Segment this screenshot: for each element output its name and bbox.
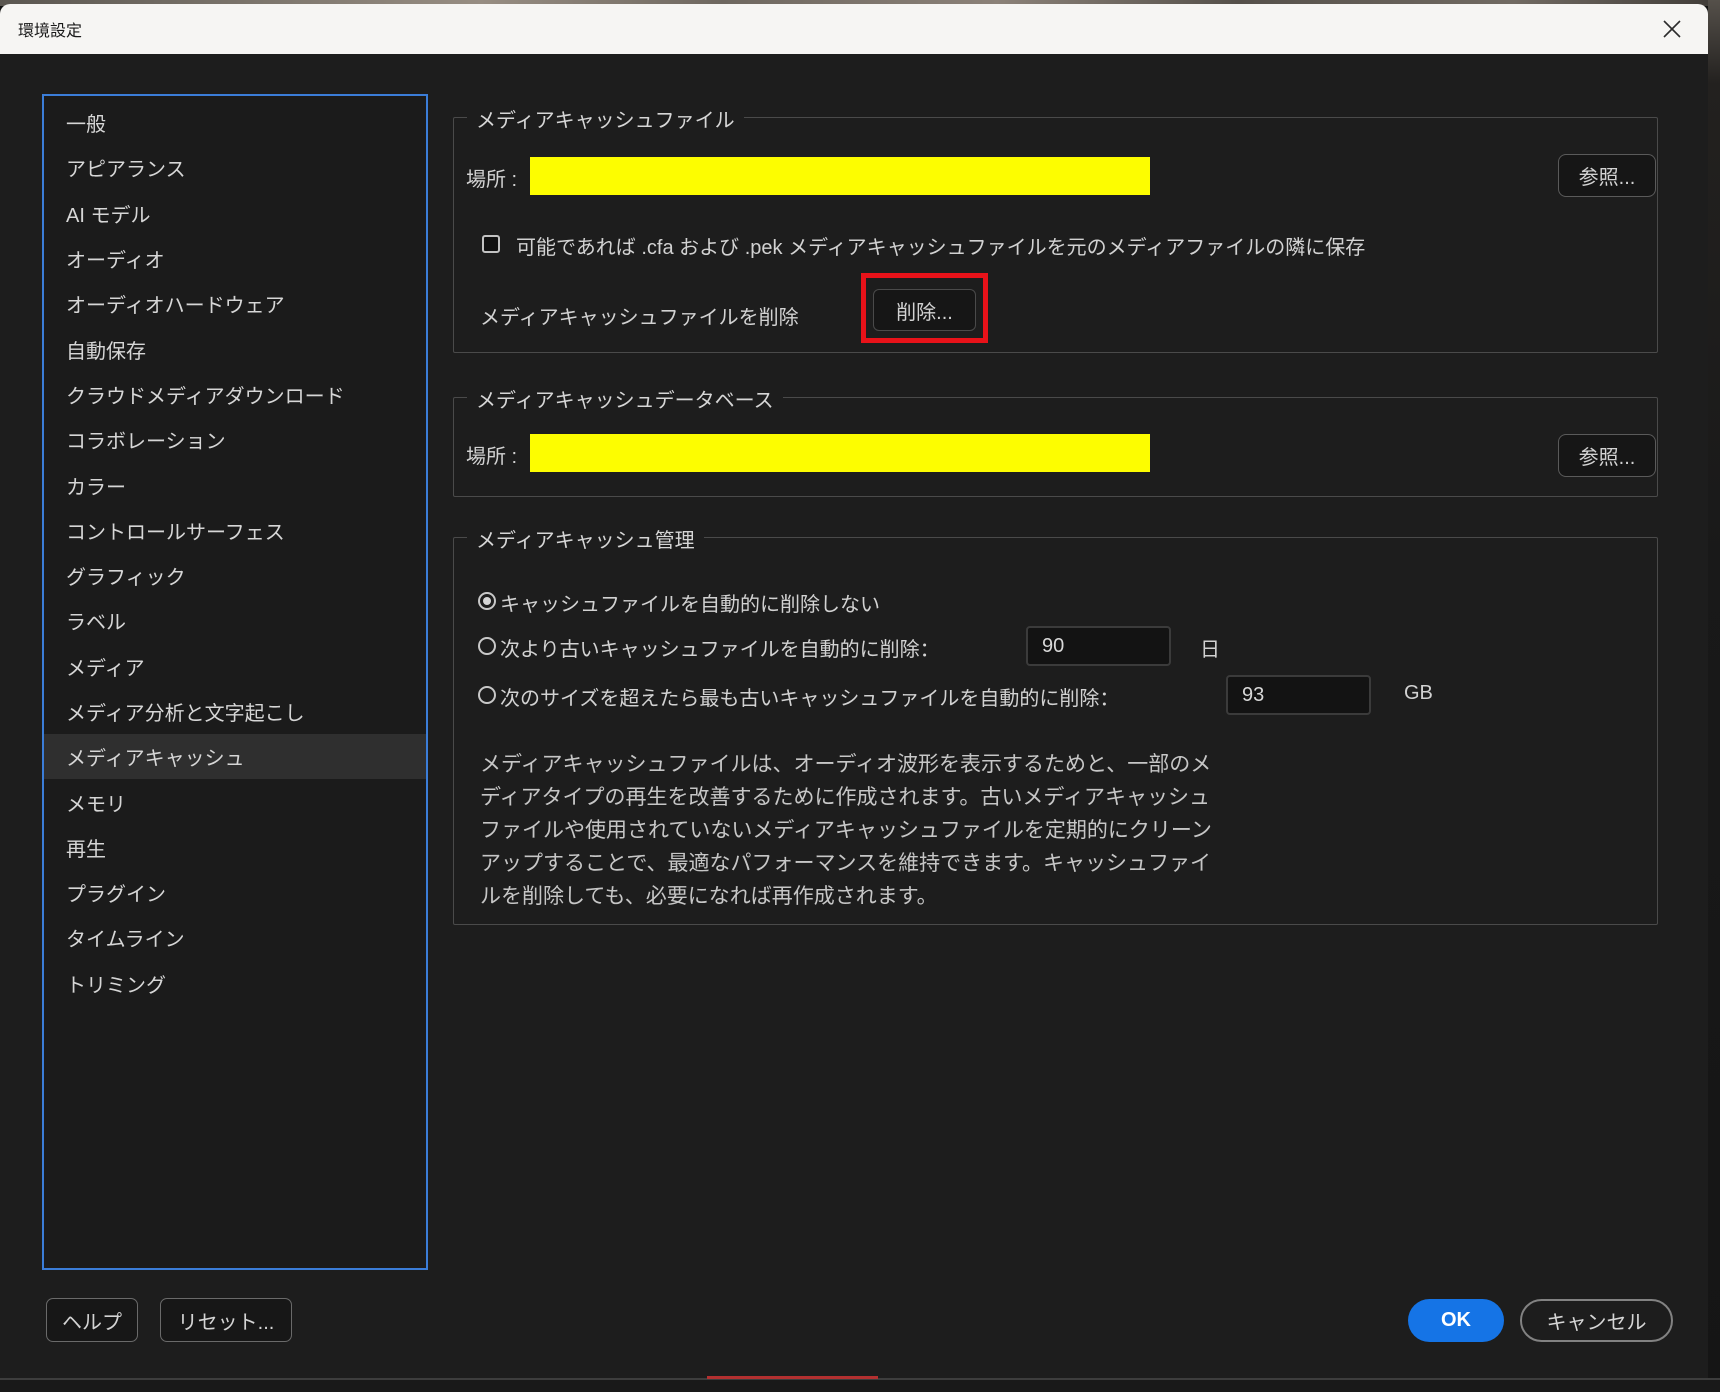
browse-button[interactable]: 参照...	[1558, 154, 1656, 197]
app-background-red-line	[707, 1376, 878, 1379]
sidebar-item[interactable]: オーディオハードウェア	[44, 281, 426, 326]
sidebar-item[interactable]: タイムライン	[44, 915, 426, 960]
sidebar-item[interactable]: メディア	[44, 644, 426, 689]
delete-cache-label: メディアキャッシュファイルを削除	[480, 301, 799, 330]
dialog-titlebar: 環境設定	[0, 4, 1708, 54]
sidebar-item[interactable]: コントロールサーフェス	[44, 508, 426, 553]
sidebar-item[interactable]: AI モデル	[44, 191, 426, 236]
sidebar-list: 一般アピアランスAI モデルオーディオオーディオハードウェア自動保存クラウドメデ…	[44, 100, 426, 1006]
section-title: メディアキャッシュ管理	[467, 524, 704, 553]
section-media-cache-management: メディアキャッシュ管理 キャッシュファイルを自動的に削除しない 次より古いキャッ…	[453, 537, 1658, 925]
radio-never-delete[interactable]	[478, 592, 496, 610]
help-button[interactable]: ヘルプ	[46, 1298, 138, 1342]
close-button[interactable]	[1644, 4, 1700, 54]
save-next-to-media-checkbox[interactable]	[482, 235, 500, 253]
sidebar-item[interactable]: メモリ	[44, 779, 426, 824]
sidebar-item[interactable]: アピアランス	[44, 145, 426, 190]
radio-never-delete-label: キャッシュファイルを自動的に削除しない	[500, 588, 880, 617]
radio-delete-older-than-label: 次より古いキャッシュファイルを自動的に削除：	[500, 633, 940, 662]
sidebar-item[interactable]: カラー	[44, 462, 426, 507]
sidebar-item[interactable]: トリミング	[44, 961, 426, 1006]
radio-delete-oldest-over-size[interactable]	[478, 686, 496, 704]
radio-delete-older-than[interactable]	[478, 637, 496, 655]
sidebar-item[interactable]: メディアキャッシュ	[44, 734, 426, 779]
location-label: 場所 :	[466, 440, 517, 469]
dialog-title: 環境設定	[18, 17, 82, 41]
size-unit-label: GB	[1404, 682, 1433, 705]
days-unit-label: 日	[1200, 633, 1220, 662]
ok-button[interactable]: OK	[1408, 1299, 1504, 1342]
section-title: メディアキャッシュファイル	[467, 104, 744, 133]
sidebar-item[interactable]: 自動保存	[44, 326, 426, 371]
size-input[interactable]	[1226, 675, 1371, 715]
cache-description-text: メディアキャッシュファイルは、オーディオ波形を表示するためと、一部のメ ディアタ…	[480, 748, 1220, 913]
location-value-redacted-bar	[530, 157, 1150, 195]
desktop-background-right	[1708, 0, 1720, 1392]
days-input[interactable]	[1026, 626, 1171, 666]
sidebar-item[interactable]: オーディオ	[44, 236, 426, 281]
radio-delete-oldest-over-size-label: 次のサイズを超えたら最も古いキャッシュファイルを自動的に削除：	[500, 682, 1119, 711]
reset-button[interactable]: リセット...	[160, 1298, 292, 1342]
close-icon	[1660, 17, 1684, 41]
section-title: メディアキャッシュデータベース	[467, 384, 783, 413]
location-value-redacted-bar	[530, 434, 1150, 472]
sidebar-item[interactable]: グラフィック	[44, 553, 426, 598]
dialog-body: 一般アピアランスAI モデルオーディオオーディオハードウェア自動保存クラウドメデ…	[0, 54, 1708, 1378]
delete-button[interactable]: 削除...	[873, 289, 976, 331]
section-media-cache-database: メディアキャッシュデータベース 場所 : 参照...	[453, 397, 1658, 497]
save-next-to-media-label: 可能であれば .cfa および .pek メディアキャッシュファイルを元のメディ…	[516, 231, 1365, 260]
cancel-button[interactable]: キャンセル	[1520, 1299, 1673, 1342]
sidebar-item[interactable]: 再生	[44, 825, 426, 870]
app-background-strip	[0, 1378, 1720, 1392]
preferences-sidebar: 一般アピアランスAI モデルオーディオオーディオハードウェア自動保存クラウドメデ…	[42, 94, 428, 1270]
sidebar-item[interactable]: クラウドメディアダウンロード	[44, 372, 426, 417]
browse-button[interactable]: 参照...	[1558, 434, 1656, 477]
sidebar-item[interactable]: メディア分析と文字起こし	[44, 689, 426, 734]
section-media-cache-files: メディアキャッシュファイル 場所 : 参照... 可能であれば .cfa および…	[453, 117, 1658, 353]
sidebar-item[interactable]: 一般	[44, 100, 426, 145]
sidebar-item[interactable]: プラグイン	[44, 870, 426, 915]
location-label: 場所 :	[466, 163, 517, 192]
sidebar-item[interactable]: コラボレーション	[44, 417, 426, 462]
sidebar-item[interactable]: ラベル	[44, 598, 426, 643]
preferences-dialog: 環境設定 一般アピアランスAI モデルオーディオオーディオハードウェア自動保存ク…	[0, 4, 1708, 1378]
